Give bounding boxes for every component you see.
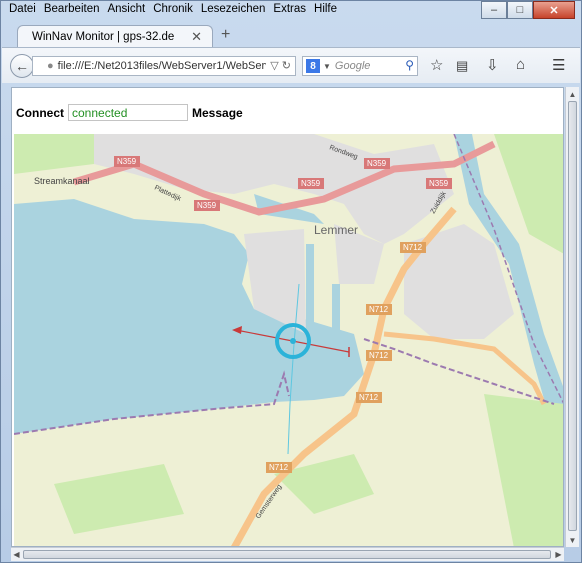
connection-row: Connect connected Message	[16, 104, 243, 121]
tab-strip: WinNav Monitor | gps-32.de ✕ +	[11, 23, 573, 47]
star-icon[interactable]: ☆	[430, 56, 443, 74]
menu-hilfe[interactable]: Hilfe	[310, 2, 341, 20]
back-button[interactable]: ←	[10, 54, 34, 78]
minimize-button[interactable]: –	[481, 1, 507, 19]
navigation-toolbar: ← ● file:///E:/Net2013files/WebServer1/W…	[2, 47, 580, 83]
scroll-left-icon[interactable]: ◀	[11, 548, 22, 561]
maximize-button[interactable]: □	[507, 1, 533, 19]
search-box[interactable]: 8 ▼ Google ⚲	[302, 56, 418, 76]
download-icon[interactable]: ⇩	[486, 56, 499, 74]
scroll-right-icon[interactable]: ▶	[553, 548, 564, 561]
google-icon[interactable]: 8	[306, 59, 320, 73]
menu-extras[interactable]: Extras	[269, 2, 310, 20]
horizontal-scrollbar[interactable]: ◀ ▶	[11, 547, 564, 561]
road-label: N359	[429, 179, 449, 188]
boat-center-icon	[290, 338, 296, 344]
tab-winnav-monitor[interactable]: WinNav Monitor | gps-32.de ✕	[17, 25, 213, 47]
page-content: Connect connected Message N359 N359 N359…	[11, 87, 564, 547]
reading-list-icon[interactable]: ▤	[456, 58, 468, 74]
menu-bar: Datei Bearbeiten Ansicht Chronik Lesezei…	[5, 2, 341, 20]
scroll-down-icon[interactable]: ▼	[566, 533, 579, 547]
connect-status-field[interactable]: connected	[68, 104, 188, 121]
menu-icon[interactable]: ☰	[552, 56, 565, 74]
scroll-up-icon[interactable]: ▲	[566, 87, 579, 101]
road-label: N712	[359, 393, 379, 402]
vertical-scroll-thumb[interactable]	[568, 101, 577, 531]
browser-window: Datei Bearbeiten Ansicht Chronik Lesezei…	[0, 0, 582, 563]
horizontal-scroll-thumb[interactable]	[23, 550, 551, 559]
road-label: N359	[117, 157, 137, 166]
reload-icon[interactable]: ↻	[282, 60, 291, 72]
road-label: N712	[369, 305, 389, 314]
road-label: N359	[367, 159, 387, 168]
tab-close-icon[interactable]: ✕	[191, 29, 202, 45]
home-icon[interactable]: ⌂	[516, 56, 525, 73]
connect-label: Connect	[16, 105, 64, 120]
search-placeholder: Google	[334, 60, 371, 72]
place-label-streamkanaal: Streamkanaal	[34, 176, 90, 186]
close-window-button[interactable]: ✕	[533, 1, 575, 19]
tab-title: WinNav Monitor | gps-32.de	[32, 30, 175, 43]
url-bar-controls: ▽ ↻	[266, 59, 291, 72]
menu-bearbeiten[interactable]: Bearbeiten	[40, 2, 104, 20]
new-tab-button[interactable]: +	[221, 26, 230, 44]
globe-icon: ●	[47, 60, 54, 72]
menu-lesezeichen[interactable]: Lesezeichen	[197, 2, 270, 20]
vertical-scrollbar[interactable]: ▲ ▼	[565, 87, 579, 547]
url-text: file:///E:/Net2013files/WebServer1/WebSe…	[57, 60, 277, 72]
search-engine-chevron-icon[interactable]: ▼	[323, 62, 331, 71]
search-icon[interactable]: ⚲	[405, 58, 414, 72]
place-label-lemmer: Lemmer	[314, 223, 358, 237]
road-label: N712	[403, 243, 423, 252]
map-view[interactable]: N359 N359 N359 N359 N359 N712 N712 N712 …	[14, 134, 564, 547]
road-label: N359	[301, 179, 321, 188]
window-controls: – □ ✕	[481, 1, 575, 19]
menu-datei[interactable]: Datei	[5, 2, 40, 20]
message-label: Message	[192, 105, 243, 120]
dropdown-icon[interactable]: ▽	[270, 60, 278, 72]
road-label: N359	[197, 201, 217, 210]
road-label: N712	[269, 463, 289, 472]
menu-ansicht[interactable]: Ansicht	[103, 2, 149, 20]
road-label: N712	[369, 351, 389, 360]
url-bar[interactable]: ● file:///E:/Net2013files/WebServer1/Web…	[32, 56, 296, 76]
menu-chronik[interactable]: Chronik	[149, 2, 197, 20]
back-arrow-icon: ←	[15, 58, 29, 74]
